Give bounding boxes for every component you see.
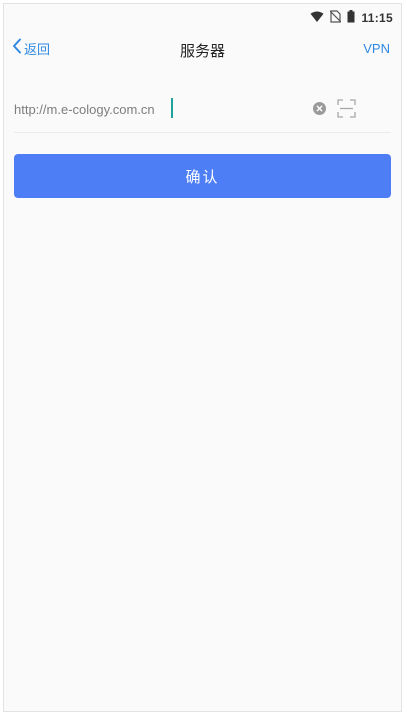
server-url-input[interactable] (14, 96, 304, 122)
status-time: 11:15 (361, 10, 393, 25)
vpn-button[interactable]: VPN (363, 41, 390, 56)
clear-icon[interactable] (313, 102, 326, 115)
text-cursor (171, 98, 173, 118)
no-sim-icon (330, 8, 342, 27)
server-input-row (14, 88, 391, 133)
navigation-bar: 返回 服务器 VPN (4, 30, 401, 70)
confirm-button[interactable]: 确认 (14, 154, 391, 198)
status-bar: 11:15 (4, 4, 401, 26)
battery-icon (347, 8, 355, 27)
wifi-icon (310, 8, 324, 27)
scan-qr-icon[interactable] (337, 99, 356, 118)
page-title: 服务器 (179, 42, 225, 60)
status-indicators: 11:15 (310, 8, 393, 27)
app-screen: 11:15 返回 服务器 VPN http://m.e-cology.com.c… (3, 3, 402, 712)
